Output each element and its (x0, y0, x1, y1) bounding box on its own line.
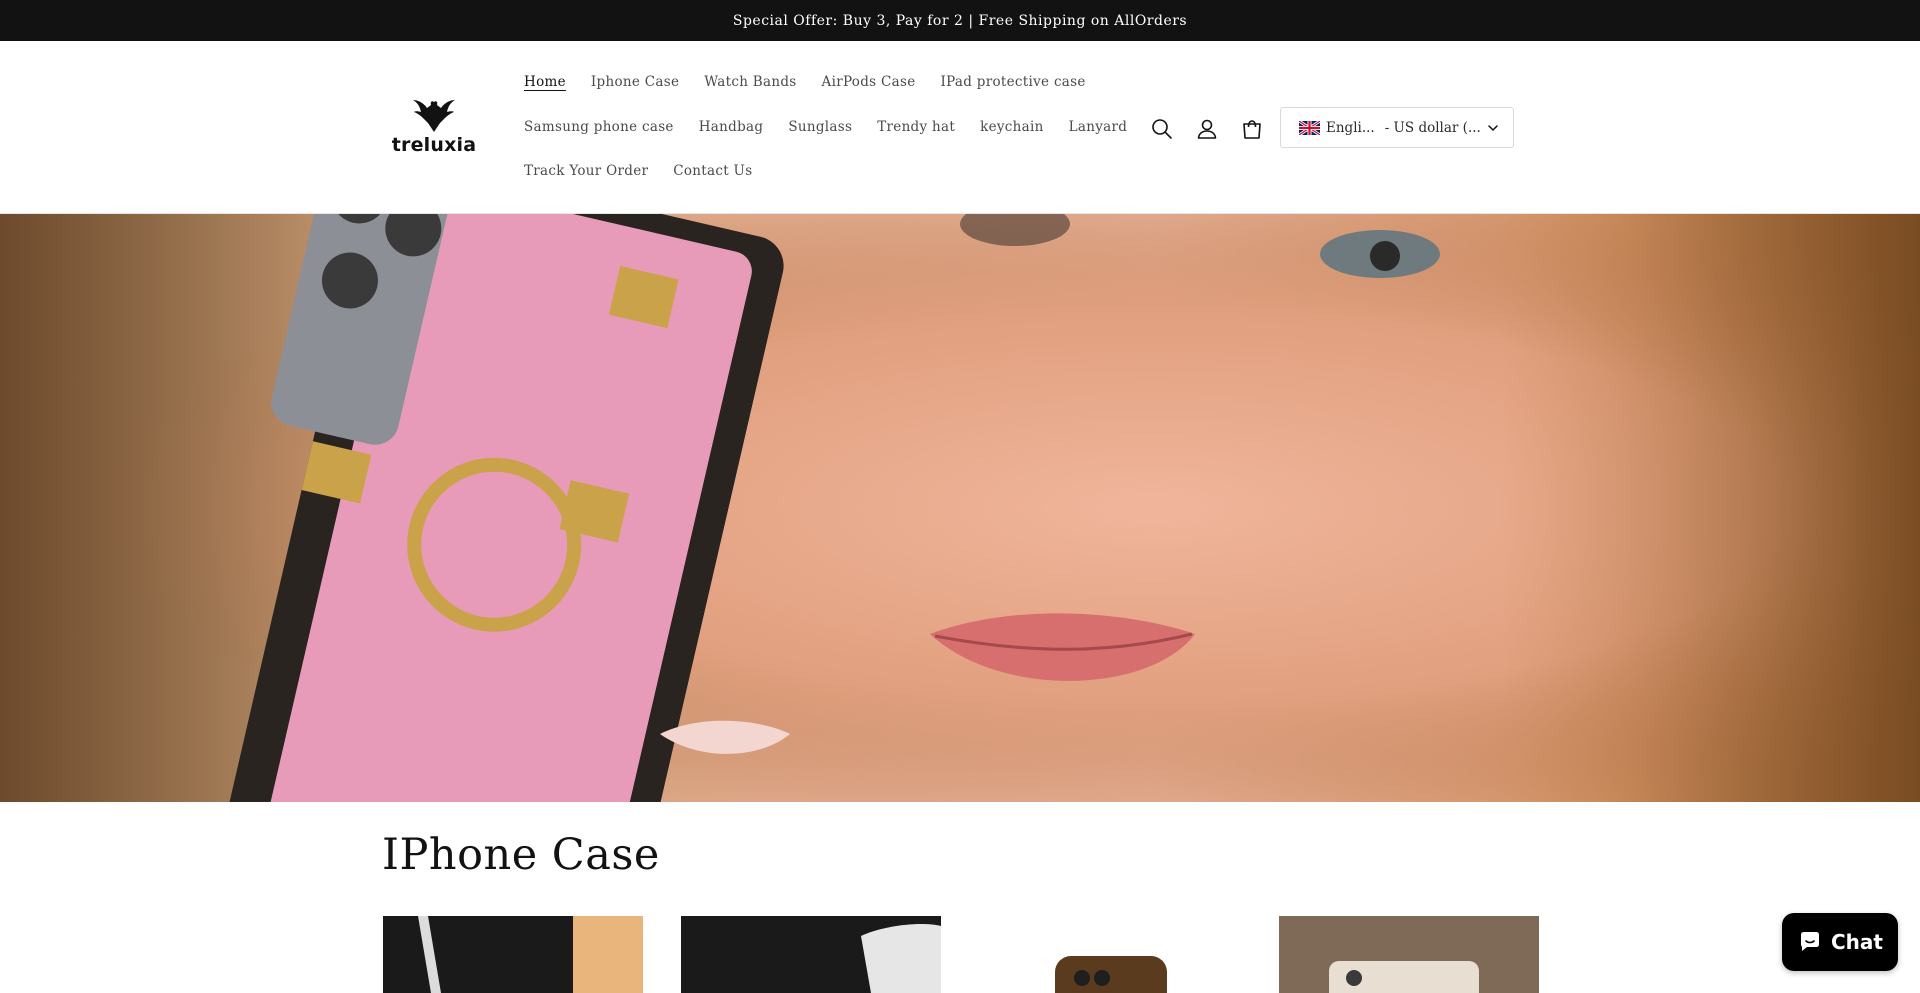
announcement-text: Special Offer: Buy 3, Pay for 2 | Free S… (732, 12, 1188, 29)
nav-track-order[interactable]: Track Your Order (524, 163, 648, 179)
nav-home[interactable]: Home (524, 74, 566, 90)
eagle-logo-icon (413, 100, 455, 132)
hero-image (0, 214, 1920, 802)
product-card[interactable] (681, 916, 941, 993)
account-icon (1197, 119, 1217, 139)
nav-sunglass[interactable]: Sunglass (788, 119, 852, 135)
product-card[interactable] (383, 916, 643, 993)
account-button[interactable] (1192, 114, 1222, 144)
chevron-down-icon (1488, 124, 1498, 131)
main-nav-row-1: Home Iphone Case Watch Bands AirPods Cas… (524, 74, 1111, 90)
product-image (383, 916, 643, 993)
nav-trendy-hat[interactable]: Trendy hat (877, 119, 955, 135)
nav-handbag[interactable]: Handbag (699, 119, 764, 135)
main-nav-row-2: Samsung phone case Handbag Sunglass Tren… (524, 119, 1152, 135)
product-card[interactable] (1279, 916, 1539, 993)
search-button[interactable] (1147, 114, 1177, 144)
cart-icon (1243, 120, 1261, 139)
locale-language: Engli... (1326, 119, 1375, 136)
chat-label: Chat (1831, 930, 1883, 954)
nav-watch-bands[interactable]: Watch Bands (704, 74, 796, 90)
locale-currency: - US dollar (... (1384, 119, 1481, 136)
main-nav-row-3: Track Your Order Contact Us (524, 163, 777, 179)
nav-iphone-case[interactable]: Iphone Case (591, 74, 679, 90)
section-title: IPhone Case (382, 830, 660, 880)
uk-flag-icon (1299, 120, 1320, 135)
site-header: treluxia Home Iphone Case Watch Bands Ai… (0, 41, 1920, 214)
nav-ipad-case[interactable]: IPad protective case (941, 74, 1086, 90)
search-icon (1152, 119, 1172, 139)
product-image (681, 916, 941, 993)
logo-text: treluxia (391, 134, 477, 156)
nav-airpods-case[interactable]: AirPods Case (822, 74, 916, 90)
nav-keychain[interactable]: keychain (980, 119, 1044, 135)
chat-bubble-icon (1801, 932, 1819, 951)
cart-button[interactable] (1237, 114, 1267, 144)
nav-samsung-case[interactable]: Samsung phone case (524, 119, 674, 135)
product-image (980, 916, 1240, 993)
product-card[interactable] (980, 916, 1240, 993)
announcement-bar: Special Offer: Buy 3, Pay for 2 | Free S… (0, 0, 1920, 41)
chat-button[interactable]: Chat (1782, 913, 1898, 971)
hero-banner[interactable] (0, 214, 1920, 802)
locale-selector[interactable]: Engli... - US dollar (... (1280, 107, 1514, 148)
nav-contact-us[interactable]: Contact Us (673, 163, 752, 179)
product-image (1279, 916, 1539, 993)
logo[interactable]: treluxia (392, 96, 476, 166)
nav-lanyard[interactable]: Lanyard (1069, 119, 1128, 135)
